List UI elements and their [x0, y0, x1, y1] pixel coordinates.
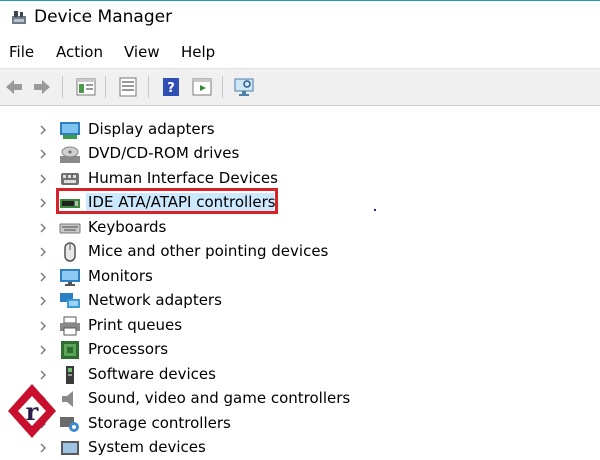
- tree-item-label: Display adapters: [88, 120, 215, 138]
- back-icon[interactable]: [3, 76, 25, 98]
- chevron-right-icon[interactable]: [38, 223, 48, 233]
- device-manager-icon: [12, 11, 26, 24]
- monitor-icon: [60, 269, 80, 286]
- chevron-right-icon[interactable]: [38, 198, 48, 208]
- chevron-right-icon[interactable]: [38, 443, 48, 453]
- keyboard-icon: [59, 223, 81, 234]
- menu-action[interactable]: Action: [56, 43, 103, 61]
- toolbar-separator: [105, 76, 106, 98]
- title-bar: Device Manager: [0, 0, 600, 37]
- stray-dot: [374, 209, 376, 211]
- svg-text:r: r: [26, 397, 39, 426]
- printer-icon: [60, 316, 80, 336]
- chevron-right-icon[interactable]: [38, 174, 48, 184]
- tree-item-label: DVD/CD-ROM drives: [88, 144, 240, 162]
- menu-bar: File Action View Help: [0, 38, 600, 68]
- software-device-icon: [66, 366, 74, 384]
- tree-item-dvd-drives[interactable]: DVD/CD-ROM drives: [0, 142, 600, 166]
- run-icon[interactable]: [191, 76, 213, 98]
- tree-item-label: Storage controllers: [88, 414, 231, 432]
- tree-item-ide-ata-atapi-controllers[interactable]: IDE ATA/ATAPI controllers: [0, 188, 600, 215]
- chevron-right-icon[interactable]: [38, 296, 48, 306]
- chevron-right-icon[interactable]: [38, 321, 48, 331]
- chevron-right-icon[interactable]: [38, 272, 48, 282]
- properties-icon[interactable]: [117, 76, 139, 98]
- storage-controller-icon: [60, 417, 79, 432]
- chevron-right-icon[interactable]: [38, 345, 48, 355]
- tree-item-label: Network adapters: [88, 291, 222, 309]
- speaker-icon: [62, 391, 73, 407]
- device-tree: Display adapters DVD/CD-ROM drives Human…: [0, 105, 600, 456]
- menu-help[interactable]: Help: [181, 43, 215, 61]
- chevron-right-icon[interactable]: [38, 125, 48, 135]
- toolbar: ?: [0, 68, 600, 106]
- processor-icon: [61, 341, 79, 359]
- help-icon[interactable]: ?: [160, 76, 182, 98]
- window-title: Device Manager: [34, 7, 173, 27]
- toolbar-separator: [62, 76, 63, 98]
- tree-item-label: Mice and other pointing devices: [88, 242, 329, 260]
- tree-item-label: Keyboards: [88, 218, 167, 236]
- tree-item-label: Human Interface Devices: [88, 169, 278, 187]
- tree-item-storage-controllers[interactable]: Storage controllers: [0, 412, 600, 436]
- tree-item-software-devices[interactable]: Software devices: [0, 363, 600, 387]
- tree-item-label: Sound, video and game controllers: [88, 389, 351, 407]
- tree-item-system-devices[interactable]: System devices: [0, 436, 600, 460]
- tree-item-label: Software devices: [88, 365, 216, 383]
- tree-item-print-queues[interactable]: Print queues: [0, 314, 600, 338]
- chevron-right-icon[interactable]: [38, 370, 48, 380]
- network-adapter-icon: [60, 293, 80, 308]
- tree-item-network-adapters[interactable]: Network adapters: [0, 289, 600, 313]
- hid-icon: [61, 173, 79, 185]
- toolbar-separator: [222, 76, 223, 98]
- menu-view[interactable]: View: [124, 43, 160, 61]
- toolbar-separator: [148, 76, 149, 98]
- svg-text:?: ?: [167, 81, 175, 96]
- tree-item-label: Processors: [88, 340, 169, 358]
- watermark-logo: r: [8, 384, 56, 438]
- chevron-right-icon[interactable]: [38, 247, 48, 257]
- tree-item-label: System devices: [88, 438, 206, 456]
- scan-hardware-icon[interactable]: [233, 76, 255, 98]
- show-hide-console-tree-icon[interactable]: [75, 76, 97, 98]
- tree-item-label: Print queues: [88, 316, 183, 334]
- menu-file[interactable]: File: [9, 43, 34, 61]
- tree-item-processors[interactable]: Processors: [0, 338, 600, 362]
- dvd-drive-icon: [60, 146, 80, 163]
- highlight-box: [56, 188, 278, 214]
- display-adapter-icon: [60, 122, 80, 139]
- tree-item-label: Monitors: [88, 267, 153, 285]
- tree-item-sound-video-game-controllers[interactable]: Sound, video and game controllers: [0, 387, 600, 411]
- system-device-icon: [61, 441, 79, 455]
- tree-item-mice[interactable]: Mice and other pointing devices: [0, 240, 600, 264]
- forward-icon[interactable]: [31, 76, 53, 98]
- tree-item-display-adapters[interactable]: Display adapters: [0, 118, 600, 142]
- mouse-icon: [64, 242, 76, 262]
- chevron-right-icon[interactable]: [38, 149, 48, 159]
- tree-item-keyboards[interactable]: Keyboards: [0, 216, 600, 240]
- tree-item-monitors[interactable]: Monitors: [0, 265, 600, 289]
